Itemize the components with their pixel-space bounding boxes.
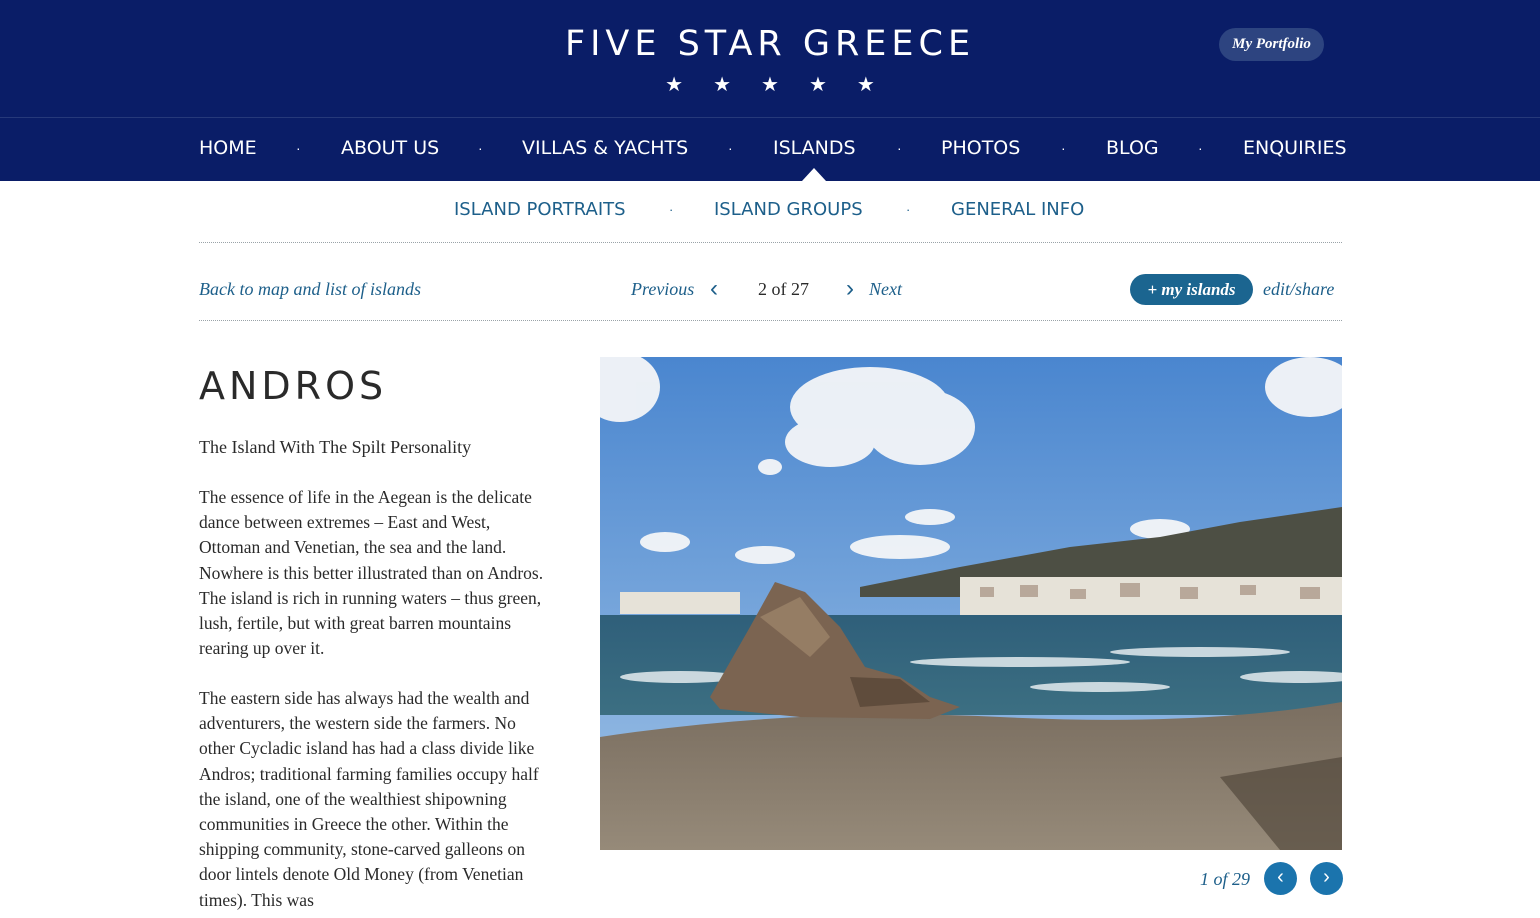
nav-item-enquiries[interactable]: ENQUIRIES [1243,137,1347,159]
subnav-item-general-info[interactable]: GENERAL INFO [951,199,1084,220]
nav-item-islands[interactable]: ISLANDS [773,137,856,159]
subnav-item-island-portraits[interactable]: ISLAND PORTRAITS [454,199,626,220]
previous-island-link[interactable]: Previous [631,279,694,300]
subnav-item-island-groups[interactable]: ISLAND GROUPS [714,199,863,220]
my-portfolio-button[interactable]: My Portfolio [1219,28,1324,61]
page-title: ANDROS [199,364,388,408]
chevron-left-icon[interactable]: ‹ [710,277,718,301]
nav-separator: · [296,140,301,156]
nav-separator: · [478,140,483,156]
chevron-right-icon[interactable]: › [1310,862,1343,895]
island-tagline: The Island With The Spilt Personality [199,437,472,457]
nav-separator: · [728,140,733,156]
chevron-left-icon[interactable]: ‹ [1264,862,1297,895]
next-island-link[interactable]: Next [869,279,902,300]
active-nav-indicator [802,168,826,181]
divider [199,242,1342,243]
nav-separator: · [897,140,902,156]
nav-item-blog[interactable]: BLOG [1106,137,1159,159]
island-photo[interactable] [600,357,1342,850]
nav-item-photos[interactable]: PHOTOS [941,137,1020,159]
brand-stars: ★★★★★ [665,74,905,96]
subnav-separator: · [669,202,674,217]
back-to-map-link[interactable]: Back to map and list of islands [199,279,421,300]
nav-item-villas-yachts[interactable]: VILLAS & YACHTS [522,137,688,159]
body-paragraph: The essence of life in the Aegean is the… [199,487,544,659]
edit-share-link[interactable]: edit/share [1263,279,1334,300]
main-nav: HOME · ABOUT US · VILLAS & YACHTS · ISLA… [0,117,1540,181]
photo-counter: 1 of 29 [1200,869,1251,889]
body-paragraph: The eastern side has always had the weal… [199,688,539,910]
nav-item-about-us[interactable]: ABOUT US [341,137,439,159]
nav-separator: · [1198,140,1203,156]
nav-separator: · [1061,140,1066,156]
island-counter: 2 of 27 [758,279,809,299]
nav-item-home[interactable]: HOME [199,137,257,159]
divider [199,320,1342,321]
subnav-separator: · [906,202,911,217]
add-to-my-islands-button[interactable]: + my islands [1130,274,1253,305]
site-header: FIVE STAR GREECE ★★★★★ My Portfolio [0,0,1540,117]
chevron-right-icon[interactable]: › [846,277,854,301]
